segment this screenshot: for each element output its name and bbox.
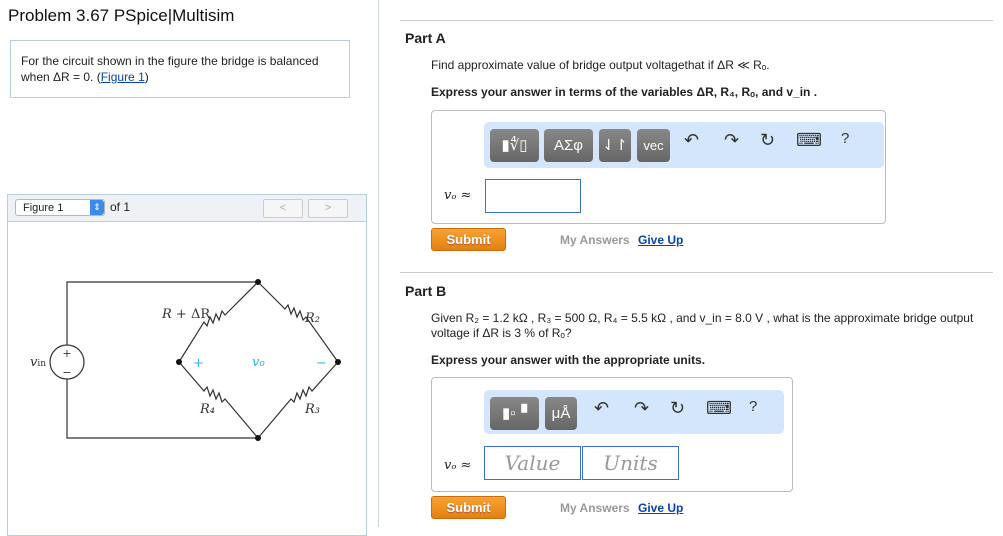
- source-plus: +: [62, 347, 71, 360]
- divider: [400, 20, 993, 21]
- help-icon[interactable]: ?: [749, 398, 757, 415]
- vo-label: vₒ ≈: [444, 458, 472, 473]
- templates-button[interactable]: ▮∜▯: [490, 129, 539, 162]
- label-vo: vo: [252, 355, 265, 370]
- help-icon[interactable]: ?: [841, 130, 849, 147]
- submit-button[interactable]: Submit: [431, 228, 506, 251]
- source-minus: −: [62, 366, 71, 379]
- part-a-instruction: Express your answer in terms of the vari…: [431, 85, 818, 99]
- reset-icon[interactable]: ↻: [670, 398, 685, 419]
- my-answers-link[interactable]: My Answers: [560, 233, 630, 247]
- value-input[interactable]: Value: [484, 446, 581, 480]
- label-vin: vin: [30, 355, 46, 370]
- vo-plus: +: [193, 356, 204, 371]
- resistor-ro: [178, 281, 259, 363]
- label-r4: R₄: [199, 402, 215, 417]
- submit-button[interactable]: Submit: [431, 496, 506, 519]
- greek-button[interactable]: ΑΣφ: [544, 129, 593, 162]
- redo-icon[interactable]: ↷: [724, 130, 739, 151]
- keyboard-icon[interactable]: ⌨: [796, 130, 822, 151]
- label-ro-delta-r: R + ΔR: [161, 307, 211, 322]
- vo-minus: −: [316, 356, 327, 371]
- part-a-answer-box: ▮∜▯ ΑΣφ ⇃↾ vec ↶ ↷ ↻ ⌨ ? vₒ ≈: [431, 110, 886, 224]
- label-r2: R₂: [304, 311, 320, 326]
- vec-button[interactable]: vec: [637, 129, 670, 162]
- part-a-question: Find approximate value of bridge output …: [431, 58, 770, 72]
- vo-label: vₒ ≈: [444, 188, 472, 203]
- units-toolbar: ▮▫▝ μÅ ↶ ↷ ↻ ⌨ ?: [484, 390, 784, 434]
- resistor-r3: [257, 361, 339, 439]
- resistor-r4: [178, 361, 259, 439]
- bridge-circuit-diagram: + − vin R + ΔR R₂ R₄ R₃ + − vo: [30, 279, 341, 441]
- part-b-heading: Part B: [405, 283, 447, 299]
- my-answers-link[interactable]: My Answers: [560, 501, 630, 515]
- resistor-r2: [257, 281, 339, 363]
- wire-bottom: [66, 379, 258, 439]
- undo-icon[interactable]: ↶: [684, 130, 699, 151]
- undo-icon[interactable]: ↶: [594, 398, 609, 419]
- divider: [400, 272, 993, 273]
- math-toolbar: ▮∜▯ ΑΣφ ⇃↾ vec ↶ ↷ ↻ ⌨ ?: [484, 122, 884, 168]
- label-r3: R₃: [304, 402, 320, 417]
- answer-input[interactable]: [485, 179, 581, 213]
- arrows-button[interactable]: ⇃↾: [599, 129, 631, 162]
- give-up-link[interactable]: Give Up: [638, 233, 683, 247]
- part-b-answer-box: ▮▫▝ μÅ ↶ ↷ ↻ ⌨ ? vₒ ≈ Value Units: [431, 377, 793, 492]
- units-button[interactable]: μÅ: [545, 397, 577, 430]
- units-input[interactable]: Units: [582, 446, 679, 480]
- keyboard-icon[interactable]: ⌨: [706, 398, 732, 419]
- give-up-link[interactable]: Give Up: [638, 501, 683, 515]
- part-b-question: Given R₂ = 1.2 kΩ , R₃ = 500 Ω, R₄ = 5.5…: [431, 311, 974, 340]
- part-a-heading: Part A: [405, 30, 446, 46]
- redo-icon[interactable]: ↷: [634, 398, 649, 419]
- templates-button[interactable]: ▮▫▝: [490, 397, 539, 430]
- reset-icon[interactable]: ↻: [760, 130, 775, 151]
- part-b-instruction: Express your answer with the appropriate…: [431, 353, 706, 367]
